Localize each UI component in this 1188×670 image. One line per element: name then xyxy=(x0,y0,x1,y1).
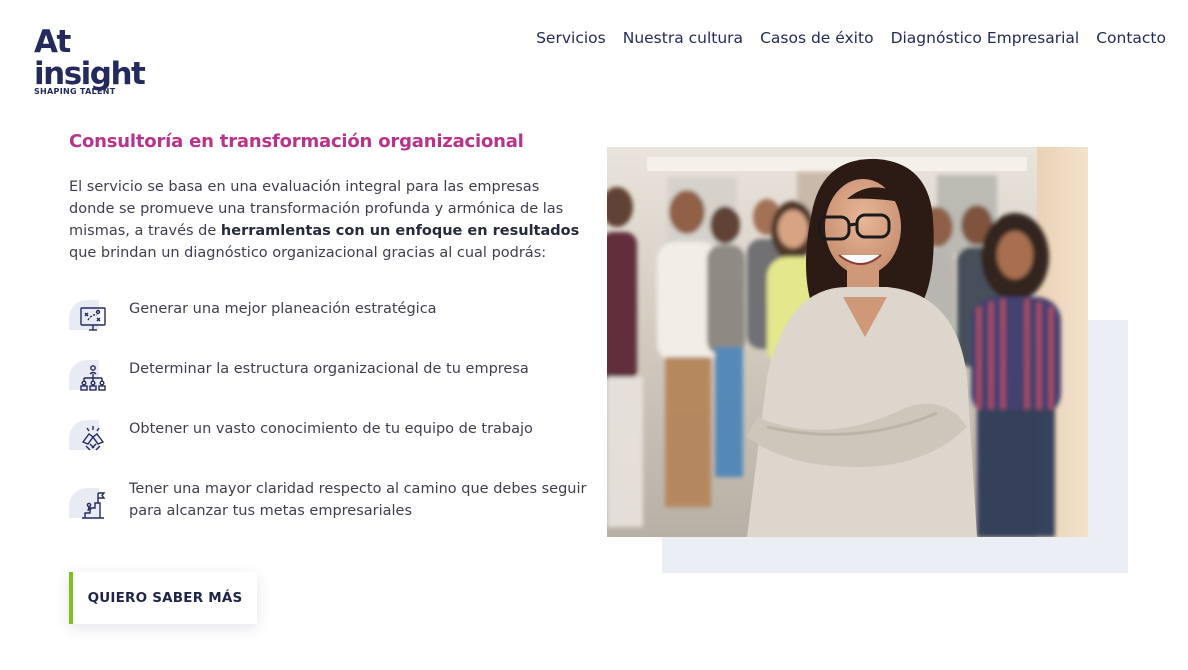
strategy-board-icon xyxy=(69,298,113,334)
team-handshake-icon xyxy=(69,418,113,454)
nav-contacto[interactable]: Contacto xyxy=(1096,29,1166,47)
nav-diagnostico-empresarial[interactable]: Diagnóstico Empresarial xyxy=(891,29,1080,47)
section-title: Consultoría en transformación organizaci… xyxy=(69,131,524,152)
main-nav: Servicios Nuestra cultura Casos de éxito… xyxy=(536,29,1166,47)
logo-tagline: SHAPING TALENT xyxy=(34,87,116,96)
cta-label: QUIERO SABER MÁS xyxy=(87,590,243,606)
benefit-item-planning: Generar una mejor planeación estratégica xyxy=(69,298,589,334)
quiero-saber-mas-button[interactable]: QUIERO SABER MÁS xyxy=(69,572,257,624)
benefit-text: Obtener un vasto conocimiento de tu equi… xyxy=(129,421,533,437)
benefit-text: Generar una mejor planeación estratégica xyxy=(129,301,437,317)
section-intro: El servicio se basa en una evaluación in… xyxy=(69,176,589,264)
nav-nuestra-cultura[interactable]: Nuestra cultura xyxy=(623,29,743,47)
benefit-text: Tener una mayor claridad respecto al cam… xyxy=(129,481,587,519)
benefit-text: Determinar la estructura organizacional … xyxy=(129,361,529,377)
intro-bold-text: herramlentas con un enfoque en resultado… xyxy=(220,223,580,239)
benefit-item-team: Obtener un vasto conocimiento de tu equi… xyxy=(69,418,589,454)
nav-casos-de-exito[interactable]: Casos de éxito xyxy=(760,29,874,47)
benefit-item-goals: Tener una mayor claridad respecto al cam… xyxy=(69,478,589,522)
nav-servicios[interactable]: Servicios xyxy=(536,29,606,47)
org-chart-icon xyxy=(69,358,113,394)
intro-text-2: que brindan un diagnóstico organizaciona… xyxy=(69,245,547,261)
team-photo xyxy=(607,147,1088,537)
benefit-item-structure: Determinar la estructura organizacional … xyxy=(69,358,589,394)
goal-stairs-icon xyxy=(69,486,113,522)
brand-logo[interactable]: At insight SHAPING TALENT xyxy=(34,26,184,96)
logo-wordmark: At insight xyxy=(34,24,146,92)
